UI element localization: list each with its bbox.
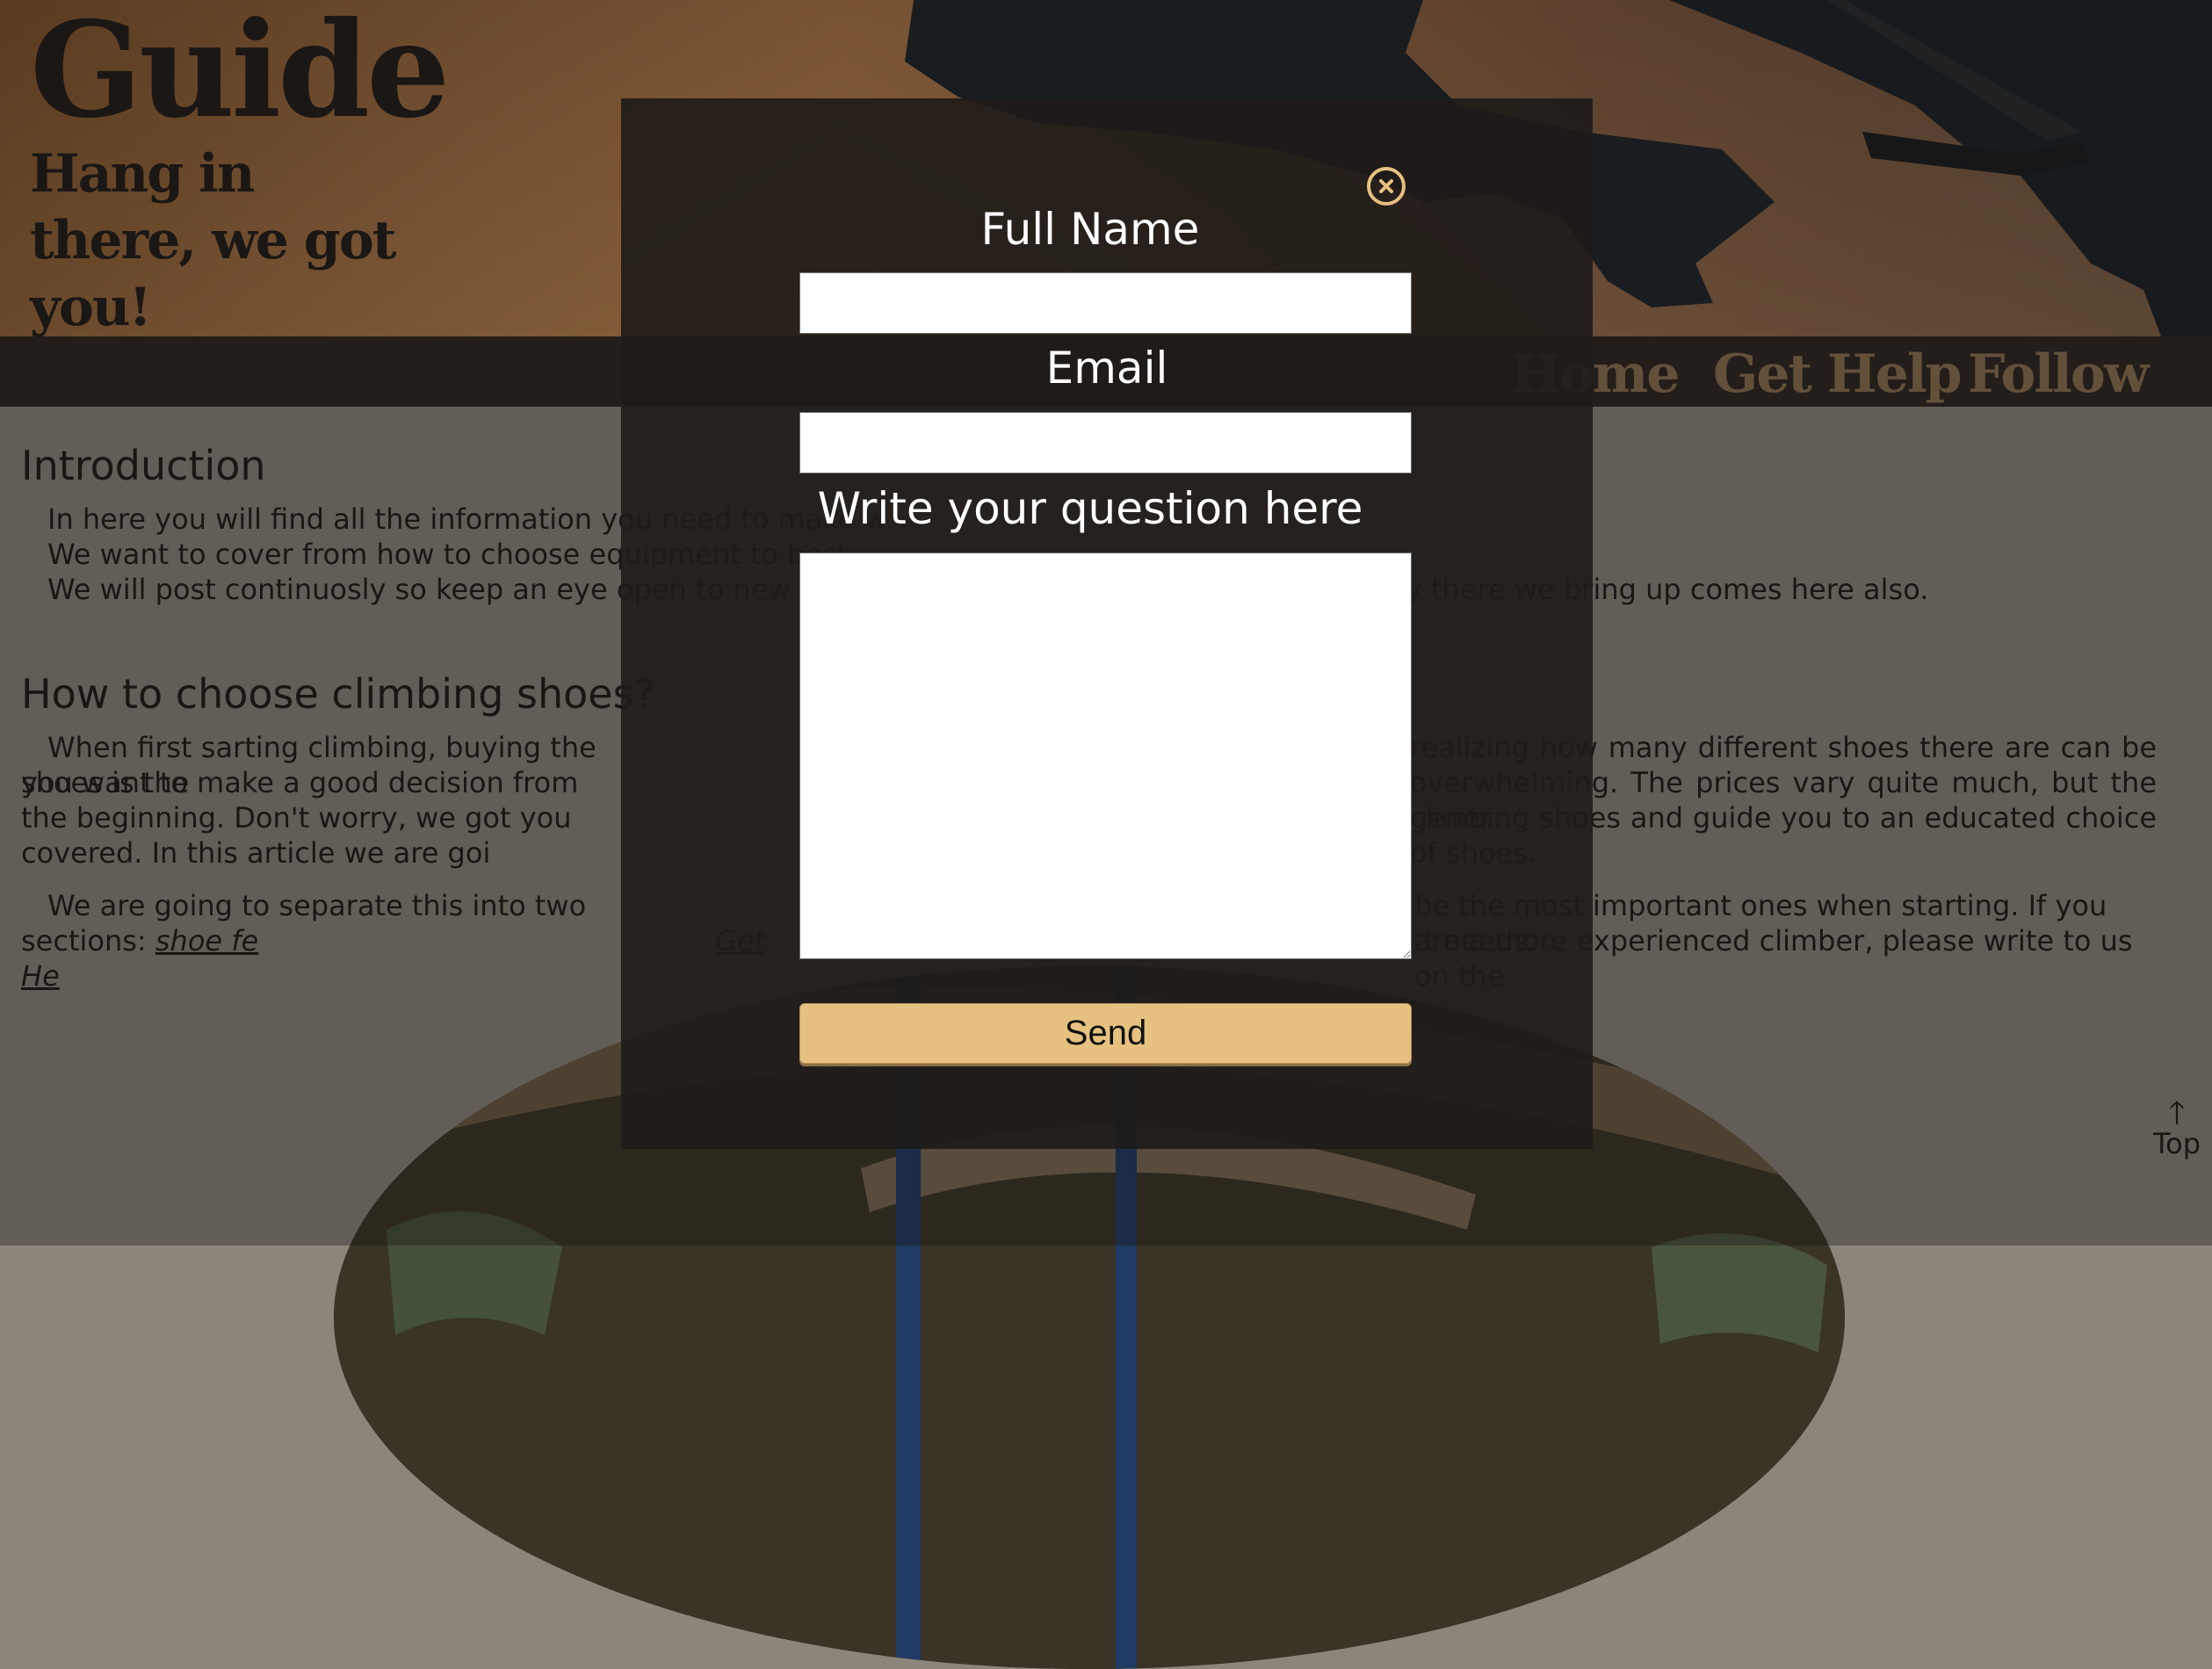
email-input[interactable] bbox=[799, 412, 1412, 473]
question-modal: Full Name Email Write your question here… bbox=[621, 98, 1593, 1149]
question-label: Write your question here bbox=[817, 483, 1363, 534]
full-name-label: Full Name bbox=[980, 204, 1200, 255]
close-icon bbox=[1379, 179, 1393, 193]
email-label: Email bbox=[1045, 343, 1168, 394]
send-button[interactable]: Send bbox=[799, 1003, 1412, 1064]
close-modal-button[interactable] bbox=[1367, 167, 1406, 206]
full-name-input[interactable] bbox=[799, 272, 1412, 334]
question-textarea[interactable] bbox=[799, 553, 1412, 959]
